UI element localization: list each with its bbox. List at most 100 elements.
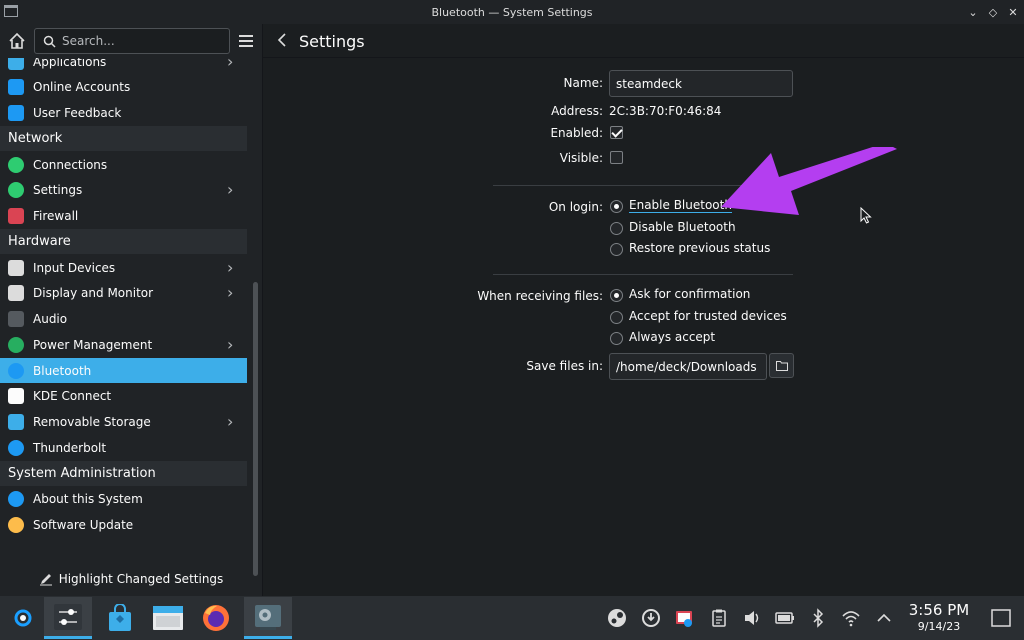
- steam-deck-menu-button[interactable]: [0, 597, 44, 639]
- sidebar-item-removable-storage[interactable]: Removable Storage ›: [0, 410, 247, 435]
- window-app-icon[interactable]: [4, 5, 18, 17]
- enabled-row: Enabled:: [263, 122, 1024, 144]
- onlogin-label: On login:: [548, 200, 603, 214]
- highlight-changed-settings-button[interactable]: Highlight Changed Settings: [0, 561, 262, 596]
- usb-icon: [8, 414, 24, 430]
- sidebar-section-network: Network: [0, 126, 247, 152]
- close-icon[interactable]: ✕: [1004, 3, 1022, 21]
- sidebar-item-label: Software Update: [33, 518, 134, 532]
- sidebar-item-label: Connections: [33, 157, 108, 172]
- volume-icon[interactable]: [742, 608, 762, 628]
- screenshot-icon[interactable]: [674, 608, 694, 628]
- steam-icon[interactable]: [607, 608, 627, 628]
- onlogin-option-label[interactable]: Disable Bluetooth: [629, 220, 736, 234]
- sidebar-item-label: Display and Monitor: [33, 286, 154, 301]
- receiving-option-label[interactable]: Always accept: [629, 330, 715, 344]
- sidebar-item-display-and-monitor[interactable]: Display and Monitor ›: [0, 281, 247, 306]
- search-icon: [43, 35, 56, 48]
- home-icon[interactable]: [7, 31, 27, 51]
- sidebar-item-software-update[interactable]: Software Update: [0, 513, 247, 538]
- onlogin-radio-1[interactable]: [610, 200, 623, 213]
- pen-icon: [39, 573, 52, 585]
- sidebar-item-user-feedback[interactable]: User Feedback: [0, 101, 247, 126]
- onlogin-radio-3[interactable]: [610, 243, 623, 256]
- sidebar: Applications › Online Accounts User Feedbac…: [0, 24, 263, 596]
- hamburger-menu-icon[interactable]: [238, 33, 254, 49]
- sidebar-item-label: Removable Storage: [33, 415, 151, 429]
- applications-icon: [8, 58, 24, 70]
- sidebar-item-firewall[interactable]: Firewall: [0, 204, 247, 229]
- browse-folder-button[interactable]: [769, 353, 794, 378]
- battery-icon[interactable]: [775, 608, 795, 628]
- visible-label: Visible:: [559, 151, 603, 165]
- sidebar-item-label: Online Accounts: [33, 80, 131, 95]
- taskbar-system-settings-window[interactable]: [244, 597, 292, 639]
- bluetooth-icon: [8, 362, 24, 379]
- chevron-right-icon: ›: [227, 283, 234, 303]
- onlogin-radio-2[interactable]: [610, 221, 623, 235]
- receiving-option-label[interactable]: Accept for trusted devices: [629, 309, 787, 323]
- search-box[interactable]: [34, 28, 230, 54]
- visible-checkbox[interactable]: [610, 151, 623, 164]
- sidebar-item-audio[interactable]: Audio: [0, 307, 247, 332]
- maximize-icon[interactable]: ◇: [984, 3, 1002, 21]
- search-input[interactable]: [62, 34, 212, 48]
- visible-row: Visible:: [263, 147, 1024, 169]
- sidebar-item-connections[interactable]: Connections: [0, 152, 247, 177]
- receiving-radio-1[interactable]: [610, 289, 623, 302]
- clock[interactable]: 3:56 PM 9/14/23: [906, 601, 972, 633]
- power-icon: [8, 336, 24, 353]
- kde-connect-icon: [8, 388, 24, 405]
- steam-deck-menu-icon: [14, 609, 32, 627]
- annotation-arrow: [721, 147, 897, 215]
- bluetooth-icon[interactable]: [808, 608, 828, 628]
- system-settings-icon: [54, 603, 82, 630]
- receiving-radio-2[interactable]: [610, 310, 623, 324]
- taskbar-discover[interactable]: [96, 597, 144, 639]
- wifi-icon[interactable]: [841, 608, 861, 628]
- globe-settings-icon: [8, 182, 24, 199]
- sidebar-item-online-accounts[interactable]: Online Accounts: [0, 75, 247, 100]
- show-desktop-icon[interactable]: [990, 607, 1012, 629]
- clock-time: 3:56 PM: [908, 601, 970, 619]
- sidebar-item-thunderbolt[interactable]: Thunderbolt: [0, 435, 247, 460]
- minimize-icon[interactable]: ⌄: [964, 3, 982, 21]
- name-field[interactable]: [609, 70, 793, 97]
- sidebar-item-power-management[interactable]: Power Management ›: [0, 332, 247, 357]
- address-value: 2C:3B:70:F0:46:84: [609, 104, 722, 118]
- sidebar-item-kde-connect[interactable]: KDE Connect: [0, 384, 247, 409]
- chevron-right-icon: ›: [227, 412, 234, 431]
- chevron-right-icon: ›: [227, 180, 234, 200]
- sidebar-item-label: Thunderbolt: [33, 440, 107, 455]
- update-icon[interactable]: [641, 608, 661, 628]
- page-title: Settings: [299, 32, 365, 51]
- taskbar-system-settings[interactable]: [44, 597, 92, 639]
- taskbar: 3:56 PM 9/14/23: [0, 596, 1024, 640]
- sidebar-item-about-this-system[interactable]: About this System: [0, 487, 247, 512]
- mouse-icon: [8, 259, 24, 276]
- chevron-right-icon: ›: [227, 334, 234, 354]
- taskbar-firefox[interactable]: [192, 597, 240, 639]
- back-arrow-icon[interactable]: [275, 32, 291, 48]
- save-path-field[interactable]: [609, 353, 767, 380]
- onlogin-option-label[interactable]: Enable Bluetooth: [629, 198, 732, 213]
- sidebar-item-bluetooth[interactable]: Bluetooth: [0, 358, 247, 383]
- sidebar-item-applications[interactable]: Applications ›: [0, 58, 247, 74]
- discover-icon: [109, 604, 131, 631]
- sidebar-scrollbar[interactable]: [253, 282, 258, 576]
- receiving-radio-3[interactable]: [610, 332, 623, 345]
- clipboard-icon[interactable]: [709, 608, 729, 628]
- globe-icon: [8, 156, 24, 173]
- sidebar-item-label: About this System: [33, 492, 143, 507]
- sidebar-item-settings[interactable]: Settings ›: [0, 178, 247, 203]
- info-icon: [8, 491, 24, 508]
- onlogin-option-label[interactable]: Restore previous status: [629, 241, 770, 255]
- online-accounts-icon: [8, 79, 24, 96]
- sidebar-item-input-devices[interactable]: Input Devices ›: [0, 255, 247, 280]
- chevron-up-icon[interactable]: [874, 608, 894, 628]
- save-label: Save files in:: [526, 359, 603, 373]
- taskbar-dolphin[interactable]: [144, 597, 192, 639]
- receiving-option-label[interactable]: Ask for confirmation: [629, 287, 750, 301]
- title-bar: Bluetooth — System Settings ⌄ ◇ ✕: [0, 0, 1024, 24]
- enabled-checkbox[interactable]: [610, 126, 623, 139]
